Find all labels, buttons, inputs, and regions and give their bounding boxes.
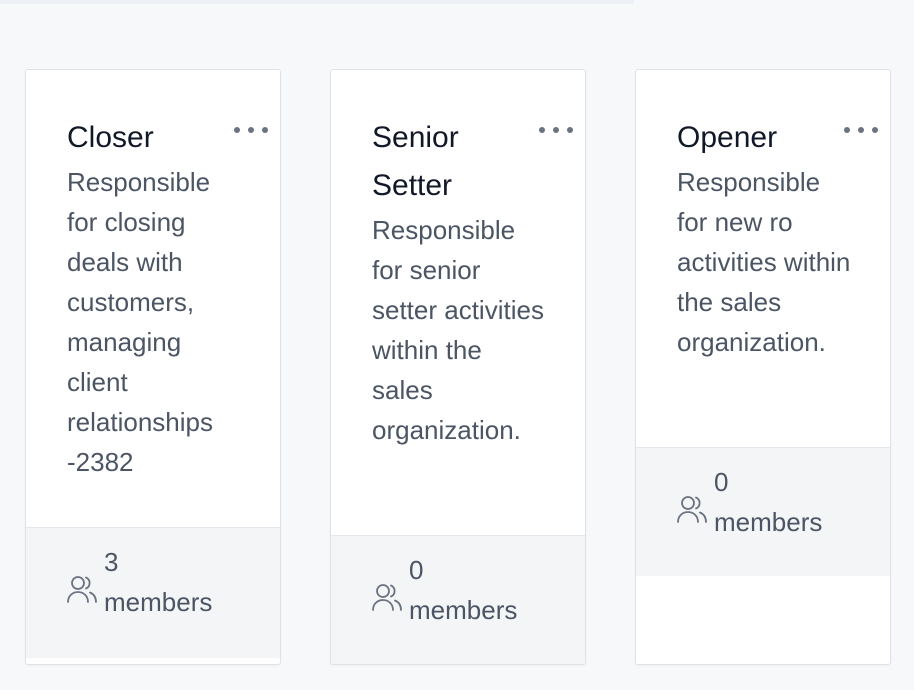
- more-options-icon[interactable]: [539, 123, 573, 137]
- card-description: Responsible for closing deals with custo…: [67, 167, 213, 477]
- card-footer: 3 members: [26, 527, 280, 658]
- users-icon: [67, 576, 97, 603]
- card-description: Responsible for senior setter activities…: [372, 215, 544, 445]
- card-title: Senior Setter: [372, 121, 459, 202]
- users-icon: [372, 584, 402, 611]
- card-title: Closer: [67, 121, 154, 154]
- members-label: members: [104, 587, 213, 617]
- card-description: Responsible for new ro activities within…: [677, 167, 851, 357]
- top-divider: [0, 0, 634, 4]
- members-count: 0 members: [409, 550, 549, 630]
- role-card-closer[interactable]: Closer Responsible for closing deals wit…: [25, 69, 281, 665]
- role-card-senior-setter[interactable]: Senior Setter Responsible for senior set…: [330, 69, 586, 665]
- members-count: 0 members: [714, 462, 854, 542]
- card-body: Senior Setter Responsible for senior set…: [331, 70, 585, 450]
- members-number: 0: [409, 555, 424, 585]
- card-title: Opener: [677, 121, 778, 154]
- card-body: Closer Responsible for closing deals wit…: [26, 70, 280, 482]
- members-count: 3 members: [104, 542, 244, 622]
- users-icon: [677, 496, 707, 523]
- card-footer: 0 members: [636, 447, 890, 576]
- members-label: members: [409, 595, 518, 625]
- members-label: members: [714, 507, 823, 537]
- members-number: 3: [104, 547, 119, 577]
- more-options-icon[interactable]: [234, 123, 268, 137]
- card-body: Opener Responsible for new ro activities…: [636, 70, 890, 362]
- members-number: 0: [714, 467, 729, 497]
- card-footer: 0 members: [331, 535, 585, 664]
- more-options-icon[interactable]: [844, 123, 878, 137]
- role-card-opener[interactable]: Opener Responsible for new ro activities…: [635, 69, 891, 665]
